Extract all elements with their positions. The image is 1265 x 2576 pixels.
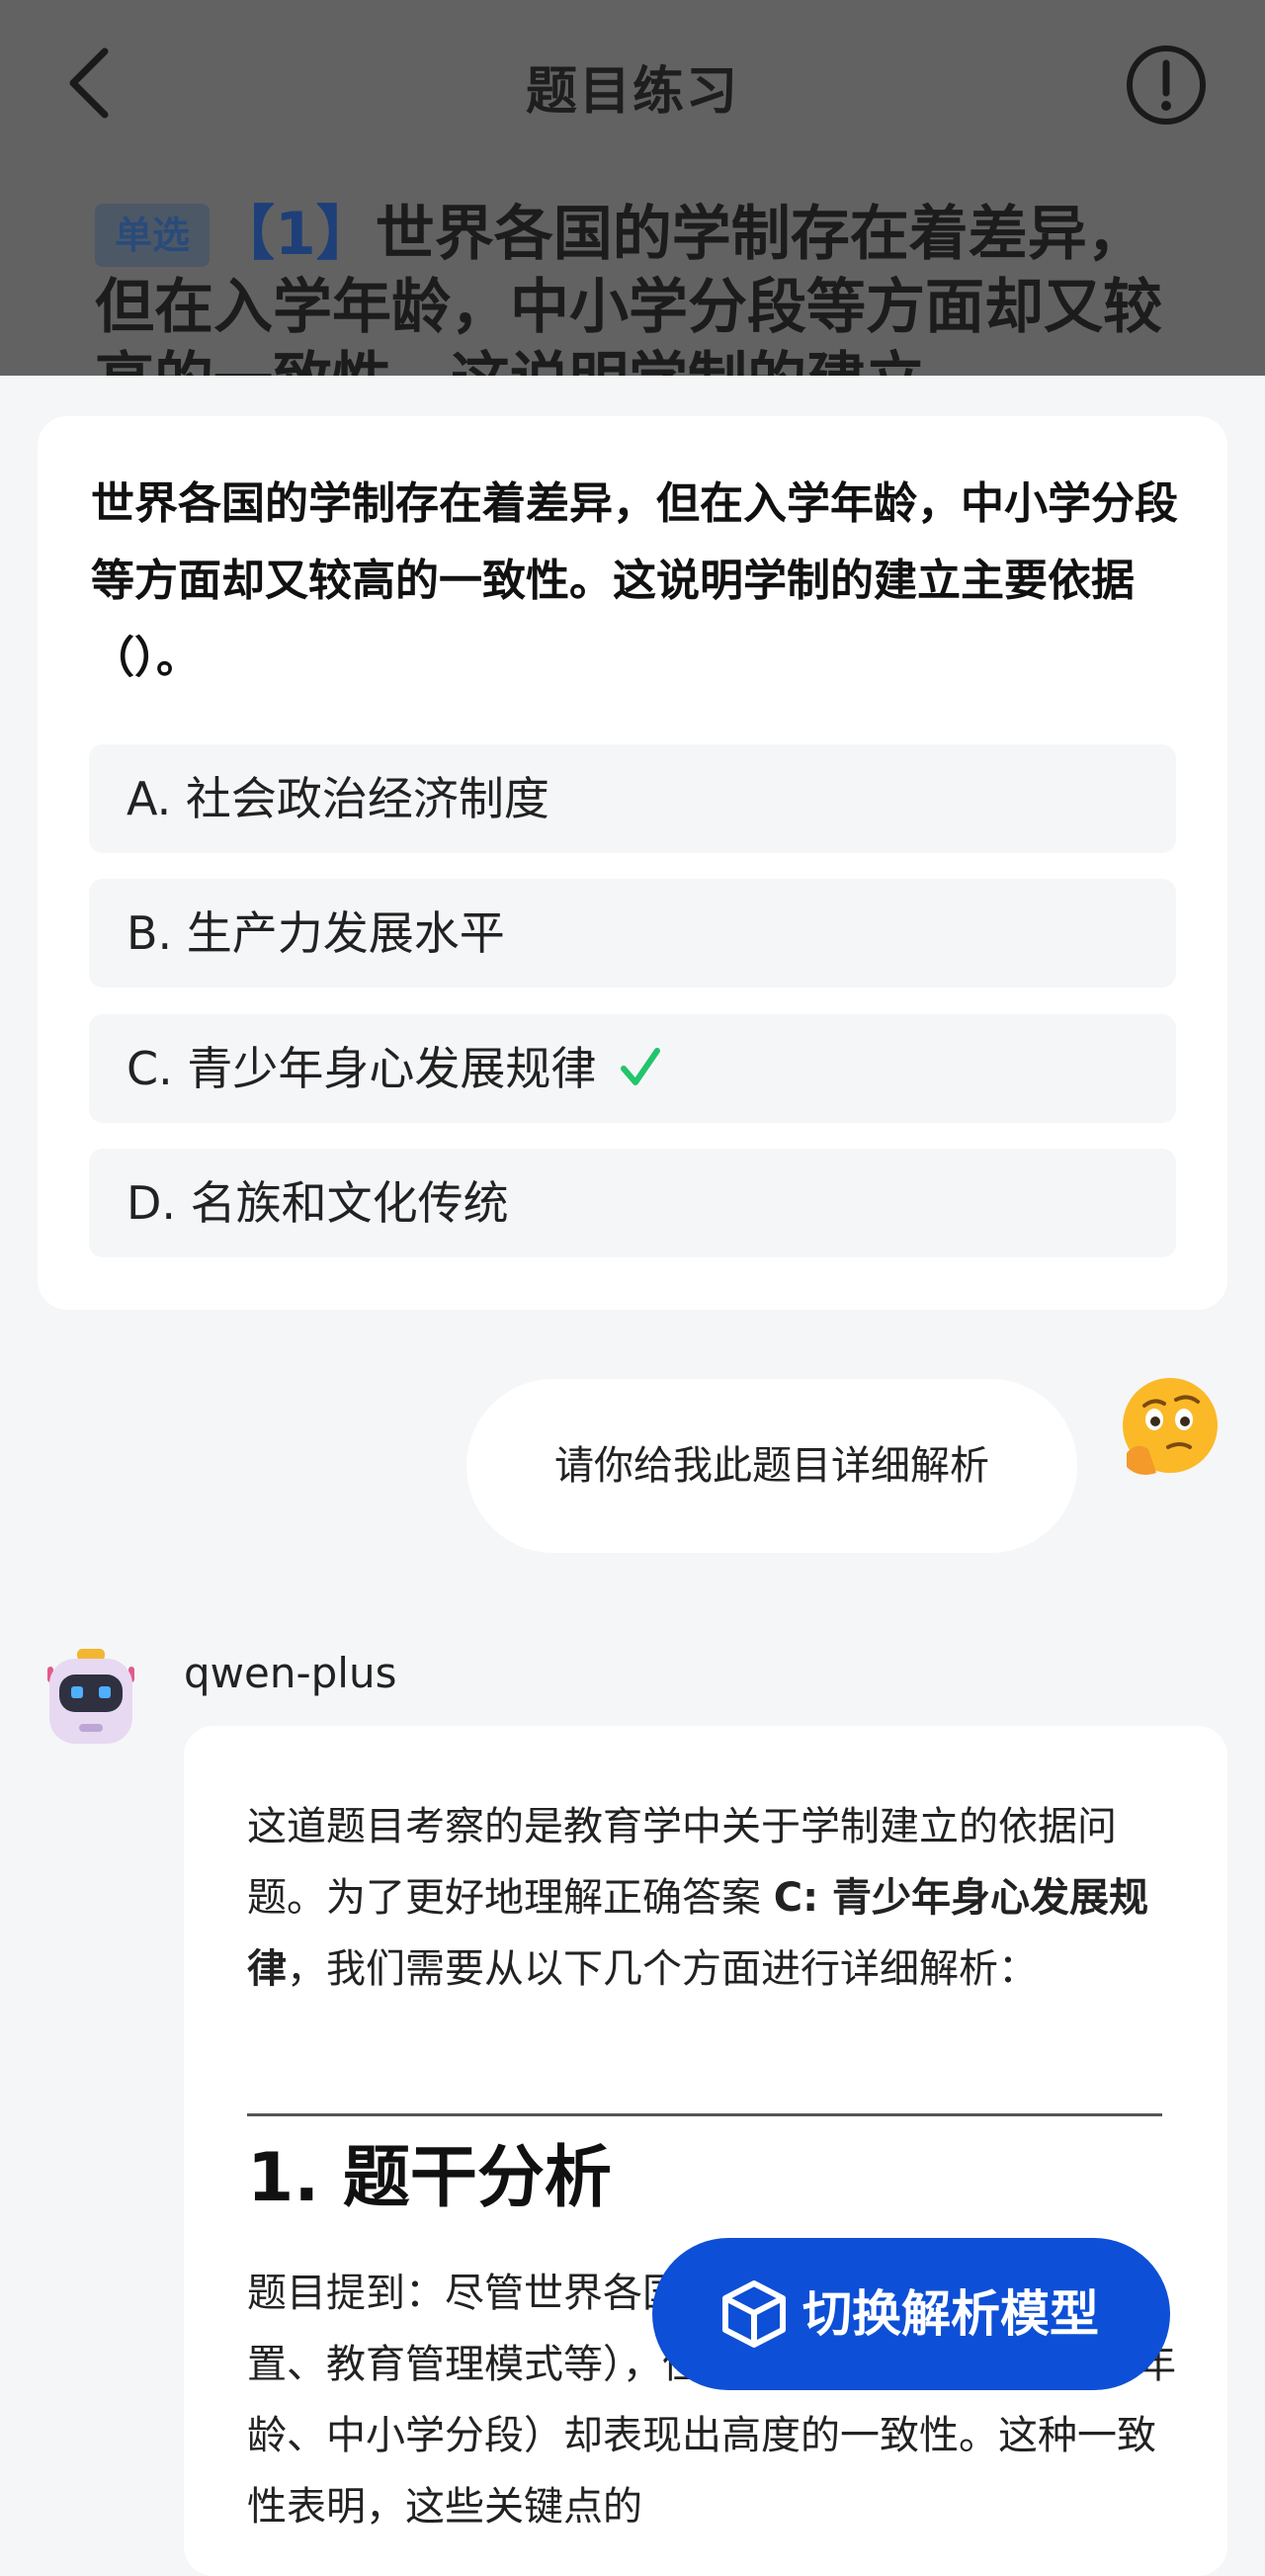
option-label: C. 青少年身心发展规律: [126, 1042, 597, 1095]
section-divider: [247, 2113, 1162, 2116]
answer-intro: 这道题目考察的是教育学中关于学制建立的依据问题。为了更好地理解正确答案 C: 青…: [247, 1791, 1176, 2005]
question-card: 世界各国的学制存在着差异，但在入学年龄，中小学分段等方面却又较高的一致性。这说明…: [38, 416, 1227, 1310]
user-message-bubble: 请你给我此题目详细解析: [466, 1379, 1077, 1553]
page-title: 题目练习: [525, 62, 739, 122]
question-type-badge: 单选: [95, 204, 211, 267]
info-icon[interactable]: [1125, 43, 1208, 127]
section-title: 1. 题干分析: [247, 2139, 612, 2217]
cube-icon: [722, 2280, 786, 2348]
option-c[interactable]: C. 青少年身心发展规律: [89, 1014, 1176, 1123]
thinking-face-icon: [1123, 1378, 1218, 1475]
option-a[interactable]: A. 社会政治经济制度: [89, 744, 1176, 853]
question-text: 世界各国的学制存在着差异，但在入学年龄，中小学分段等方面却又较高的一致性。这说明…: [91, 478, 1178, 683]
option-label: A. 社会政治经济制度: [126, 772, 549, 825]
bot-name: qwen-plus: [184, 1649, 397, 1697]
switch-model-button[interactable]: 切换解析模型: [652, 2238, 1170, 2390]
robot-icon: [47, 1649, 134, 1744]
correct-check-icon: [621, 1048, 661, 1085]
question-number: 【1】: [215, 200, 376, 269]
answer-card: 这道题目考察的是教育学中关于学制建立的依据问题。为了更好地理解正确答案 C: 青…: [184, 1726, 1227, 2576]
option-label: D. 名族和文化传统: [126, 1176, 509, 1230]
option-b[interactable]: B. 生产力发展水平: [89, 879, 1176, 987]
option-label: B. 生产力发展水平: [126, 906, 505, 960]
background-question: 单选【1】世界各国的学制存在着差异，但在入学年龄，中小学分段等方面却又较高的一致…: [95, 198, 1172, 376]
header-overlay: 题目练习 单选 【1】世界各国的学制存在着差异，但在入学年龄，中小学分段等方面却又…: [0, 0, 1265, 376]
answer-intro-text-2: ，我们需要从以下几个方面进行详细解析：: [287, 1946, 1038, 1992]
option-d[interactable]: D. 名族和文化传统: [89, 1149, 1176, 1257]
switch-model-label: 切换解析模型: [802, 2285, 1099, 2343]
